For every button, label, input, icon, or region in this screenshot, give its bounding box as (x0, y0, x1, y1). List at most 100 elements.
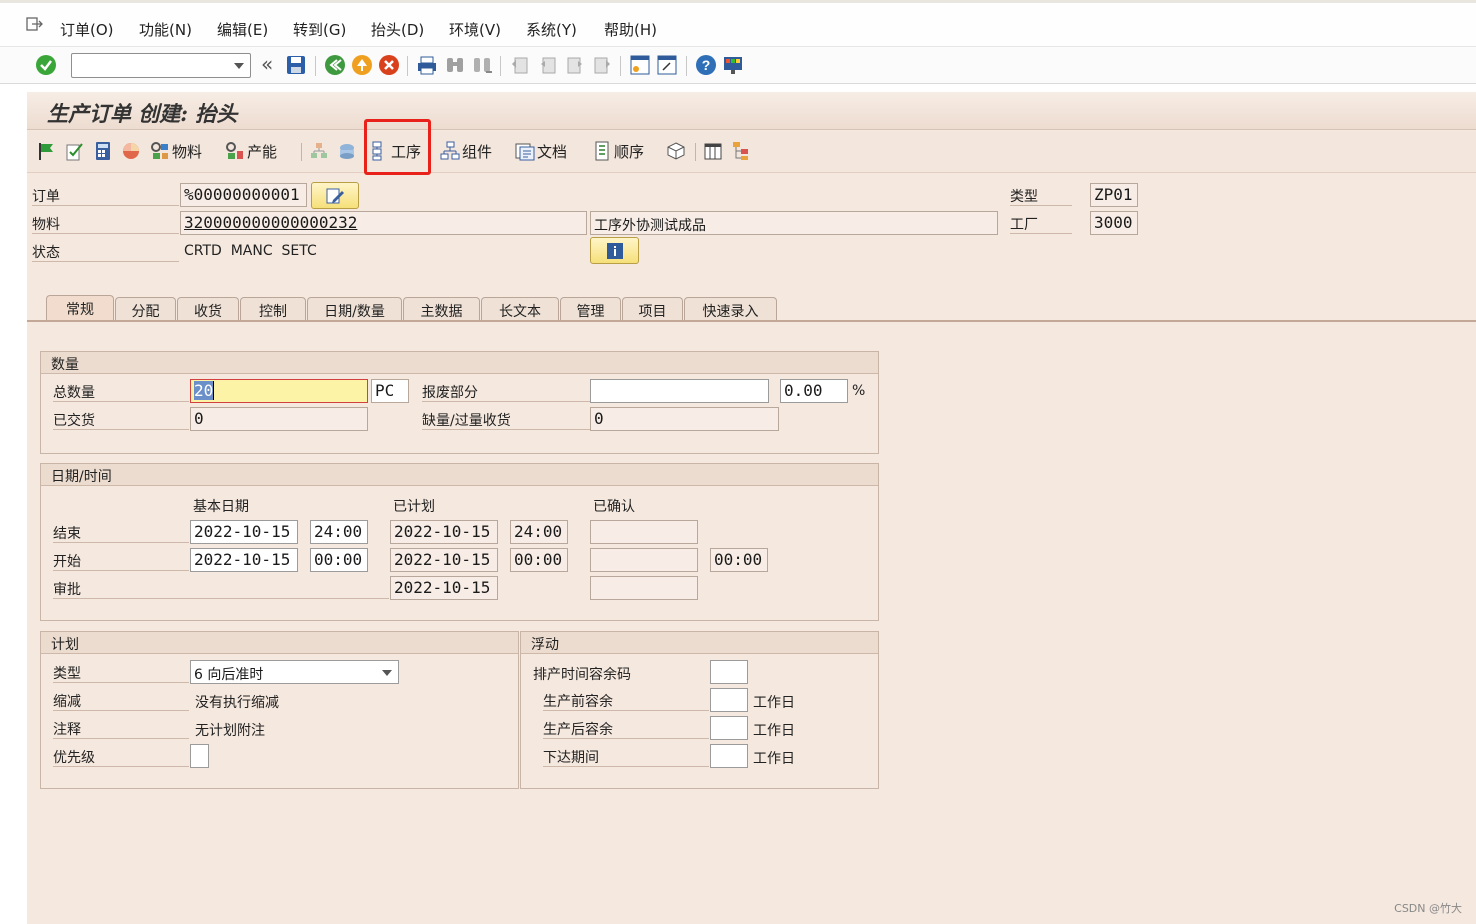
svg-text:?: ? (702, 57, 711, 73)
order-number-field[interactable]: %00000000001 (180, 183, 307, 207)
tab-control[interactable]: 控制 (240, 297, 306, 321)
reduction-value: 没有执行缩减 (195, 695, 279, 711)
tab-master-data[interactable]: 主数据 (403, 297, 480, 321)
flag-icon[interactable] (37, 141, 57, 161)
print-icon[interactable] (416, 54, 438, 76)
standard-toolbar: « ? (0, 46, 1476, 84)
first-page-icon[interactable] (509, 54, 531, 76)
short-over-field[interactable]: 0 (590, 407, 779, 431)
scrap-percent-input[interactable]: 0.00 (780, 379, 848, 403)
help-icon[interactable]: ? (695, 54, 717, 76)
edit-order-button[interactable] (311, 182, 359, 209)
capacity-button[interactable]: 产能 (225, 139, 277, 163)
structure-icon[interactable] (731, 141, 751, 161)
tab-general[interactable]: 常规 (46, 295, 114, 322)
chevron-down-icon[interactable] (382, 670, 392, 676)
tab-quick-entry[interactable]: 快速录入 (684, 297, 777, 321)
cancel-icon[interactable] (378, 54, 400, 76)
order-type-field[interactable]: ZP01 (1090, 183, 1138, 207)
menu-order[interactable]: 订单(O) (60, 19, 114, 40)
plant-field[interactable]: 3000 (1090, 211, 1138, 235)
release-period-input[interactable] (710, 744, 748, 768)
status-label: 状态 (32, 240, 179, 262)
tab-administration[interactable]: 管理 (560, 297, 621, 321)
start-scheduled-time: 00:00 (510, 548, 568, 572)
back-icon[interactable] (324, 54, 346, 76)
scheduling-type-select[interactable]: 6 向后准时 (190, 660, 399, 684)
material-number-field[interactable]: 320000000000000232 (180, 211, 587, 235)
previous-page-icon[interactable] (537, 54, 559, 76)
tab-project[interactable]: 项目 (622, 297, 683, 321)
start-basic-date-input[interactable]: 2022-10-15 (190, 548, 298, 572)
menu-system[interactable]: 系统(Y) (526, 19, 577, 40)
collapse-icon[interactable]: « (261, 52, 273, 76)
short-over-label: 缺量/过量收货 (422, 408, 590, 430)
documents-button[interactable]: 文档 (515, 139, 567, 163)
dates-group: 日期/时间 基本日期 已计划 已确认 结束 2022-10-15 24:00 2… (40, 463, 879, 621)
finish-basic-date-input[interactable]: 2022-10-15 (190, 520, 298, 544)
title-bar: 生产订单 创建: 抬头 (27, 92, 1476, 130)
calculator-icon[interactable] (93, 141, 113, 161)
finish-scheduled-date: 2022-10-15 (390, 520, 498, 544)
menu-header[interactable]: 抬头(D) (371, 19, 424, 40)
quantity-group: 数量 总数量 20 PC 报废部分 0.00 % 已交货 0 缺量/过量收货 0 (40, 351, 879, 454)
new-session-icon[interactable] (629, 54, 651, 76)
enter-check-icon[interactable] (35, 54, 57, 76)
material-description-field[interactable]: 工序外协测试成品 (590, 211, 998, 235)
status-value: CRTD MANC SETC (184, 243, 317, 259)
float-group: 浮动 排产时间容余码 生产前容余 工作日 生产后容余 工作日 下达期间 工作日 (520, 631, 879, 789)
float-before-input[interactable] (710, 688, 748, 712)
menu-function[interactable]: 功能(N) (139, 19, 192, 40)
command-field[interactable] (71, 53, 251, 78)
watermark: CSDN @竹大 (1394, 902, 1462, 915)
material-label: 物料 (32, 212, 179, 234)
material-icon (151, 142, 168, 159)
last-page-icon[interactable] (591, 54, 613, 76)
hierarchy-icon[interactable] (309, 141, 329, 161)
menu-exit-icon[interactable] (26, 16, 44, 32)
unit-field[interactable]: PC (371, 379, 409, 403)
sequence-button[interactable]: 顺序 (592, 139, 644, 163)
scrap-quantity-input[interactable] (590, 379, 769, 403)
production-resources-icon[interactable] (337, 141, 357, 161)
shortcut-icon[interactable] (656, 54, 678, 76)
float-group-title: 浮动 (521, 632, 878, 654)
table-icon[interactable] (703, 141, 723, 161)
tab-dates-quantities[interactable]: 日期/数量 (307, 297, 402, 321)
tab-assignment[interactable]: 分配 (115, 297, 176, 321)
float-after-input[interactable] (710, 716, 748, 740)
menu-environment[interactable]: 环境(V) (449, 19, 501, 40)
menu-edit[interactable]: 编辑(E) (217, 19, 268, 40)
start-basic-time-input[interactable]: 00:00 (310, 548, 368, 572)
capacity-icon (226, 142, 243, 159)
tab-long-text[interactable]: 长文本 (481, 297, 559, 321)
delivered-field[interactable]: 0 (190, 407, 368, 431)
package-icon[interactable] (666, 141, 686, 161)
priority-input[interactable] (190, 744, 209, 768)
save-icon[interactable] (285, 54, 307, 76)
documents-icon (515, 143, 535, 161)
confirmed-header: 已确认 (593, 499, 635, 515)
menu-goto[interactable]: 转到(G) (293, 19, 346, 40)
float-after-label: 生产后容余 (543, 717, 709, 739)
find-icon[interactable] (444, 54, 466, 76)
sched-margin-input[interactable] (710, 660, 748, 684)
check-document-icon[interactable] (65, 141, 85, 161)
note-label: 注释 (53, 717, 189, 739)
tab-goods-receipt[interactable]: 收货 (177, 297, 239, 321)
highlight-box (364, 119, 431, 175)
total-quantity-input[interactable]: 20 (190, 379, 368, 403)
next-page-icon[interactable] (564, 54, 586, 76)
quantity-group-title: 数量 (41, 352, 878, 374)
find-next-icon[interactable] (471, 54, 493, 76)
finish-basic-time-input[interactable]: 24:00 (310, 520, 368, 544)
customize-layout-icon[interactable] (722, 54, 744, 76)
costs-icon[interactable] (121, 141, 141, 161)
exit-icon[interactable] (351, 54, 373, 76)
chevron-down-icon[interactable] (234, 63, 244, 69)
status-info-button[interactable] (590, 237, 639, 264)
material-button[interactable]: 物料 (150, 139, 202, 163)
components-button[interactable]: 组件 (440, 139, 492, 163)
menu-help[interactable]: 帮助(H) (604, 19, 657, 40)
pencil-icon (326, 188, 344, 203)
